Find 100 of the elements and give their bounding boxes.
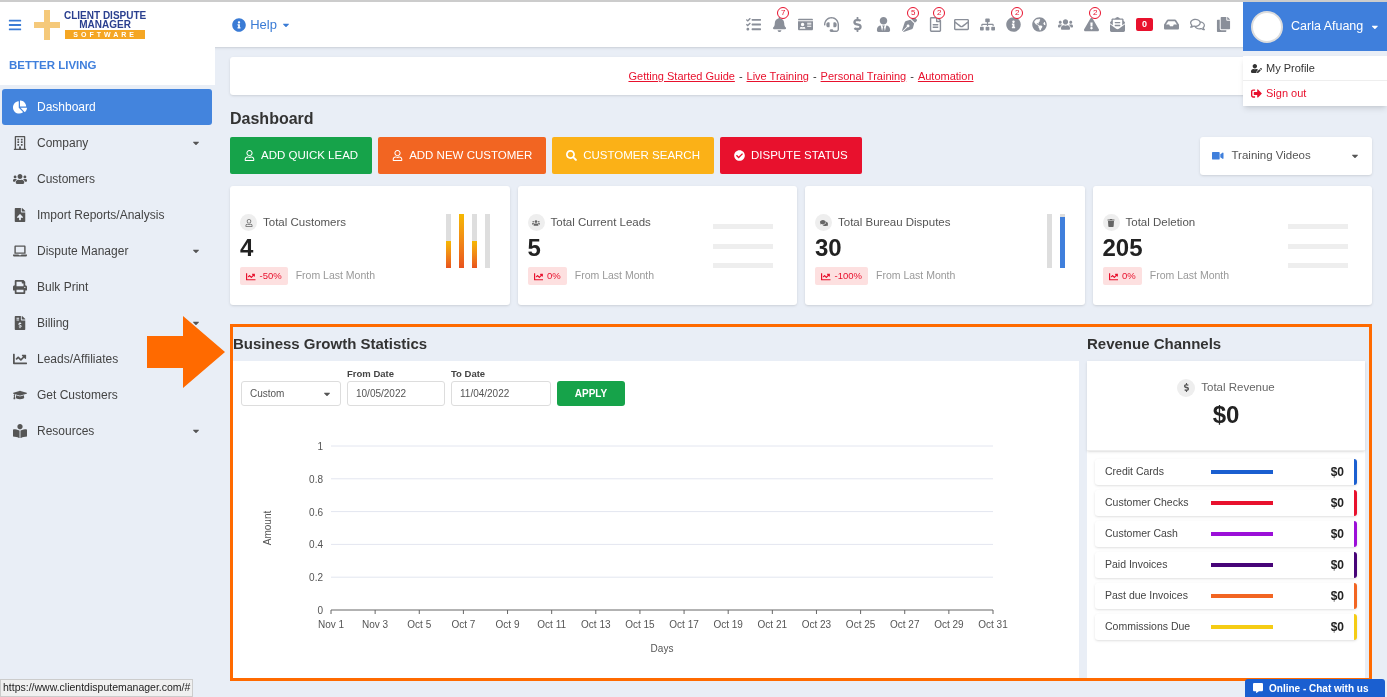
graduation-cap-icon — [13, 388, 27, 402]
date-field[interactable]: 11/04/2022 — [451, 381, 551, 407]
notification-badge: 7 — [777, 7, 790, 19]
help-menu[interactable]: Help — [232, 14, 291, 35]
search-icon — [566, 150, 578, 161]
x-tick-label: Oct 5 — [407, 619, 432, 631]
change-badge: -100% — [815, 267, 868, 286]
level-bar — [445, 214, 451, 268]
channel-amount: $0 — [1330, 526, 1344, 543]
video-camera-icon — [1212, 150, 1224, 162]
invoice-icon — [13, 316, 27, 330]
trash-icon — [1102, 214, 1120, 232]
x-tick-label: Oct 19 — [713, 619, 743, 631]
channel-name: Customer Cash — [1105, 526, 1179, 542]
printer-icon — [13, 280, 27, 294]
checklist-icon[interactable] — [746, 17, 761, 32]
apply-button[interactable]: APPLY — [557, 381, 625, 407]
x-tick-label: Nov 1 — [317, 619, 345, 631]
level-bar — [471, 214, 477, 268]
user-edit-icon — [1251, 62, 1262, 74]
change-note: From Last Month — [875, 268, 956, 284]
training-videos-dropdown[interactable]: Training Videos — [1200, 137, 1372, 175]
user-tie-icon[interactable] — [876, 17, 891, 32]
document-icon[interactable] — [928, 17, 943, 32]
x-tick-label: Oct 25 — [845, 619, 876, 631]
envelope-icon[interactable] — [954, 17, 969, 32]
stat-value: 5 — [527, 233, 542, 264]
x-tick-label: Oct 9 — [495, 619, 520, 631]
link-separator: - — [738, 68, 743, 84]
headset-user-icon[interactable] — [824, 17, 839, 32]
avatar — [1251, 10, 1283, 43]
chat-bubbles-icon[interactable] — [1190, 17, 1205, 32]
user-icon — [392, 150, 404, 161]
page-title: Dashboard — [230, 109, 315, 129]
channel-name: Paid Invoices — [1105, 557, 1169, 573]
sign-out-menu-item[interactable]: Sign out — [1243, 81, 1387, 106]
range-select[interactable]: Custom — [241, 381, 341, 407]
section-title: Business Growth Statistics — [233, 333, 429, 354]
change-note: From Last Month — [574, 268, 655, 284]
x-tick-label: Oct 13 — [581, 619, 611, 631]
notification-badge: 5 — [907, 7, 920, 19]
pen-icon[interactable] — [902, 17, 917, 32]
date-field[interactable]: 10/05/2022 — [347, 381, 445, 407]
x-tick-label: Oct 7 — [451, 619, 476, 631]
help-link[interactable]: Getting Started Guide — [628, 67, 735, 85]
link-separator: - — [812, 68, 817, 84]
dollar-icon — [1177, 378, 1196, 397]
channel-name: Past due Invoices — [1105, 588, 1189, 604]
total-value: $0 — [1212, 399, 1240, 430]
stat-title: Total Bureau Disputes — [838, 215, 951, 230]
level-bar — [1059, 214, 1065, 268]
file-upload-icon — [13, 208, 27, 222]
help-link[interactable]: Automation — [917, 67, 974, 85]
envelope-letter-icon[interactable] — [1110, 17, 1125, 32]
sidebar-item[interactable]: Customers — [2, 161, 106, 197]
sidebar-item[interactable]: Get Customers — [2, 377, 129, 413]
channel-amount: $0 — [1330, 495, 1344, 512]
x-tick-label: Oct 11 — [537, 619, 567, 631]
sidebar-item[interactable]: Billing — [2, 305, 212, 341]
sidebar-item[interactable]: Dashboard — [2, 89, 212, 125]
id-card-icon[interactable] — [798, 17, 813, 32]
user-icon — [240, 214, 257, 232]
copy-icon[interactable] — [1216, 17, 1231, 32]
sidebar-item[interactable]: Dispute Manager — [2, 233, 212, 269]
menu-icon[interactable] — [8, 17, 22, 32]
help-link[interactable]: Personal Training — [820, 67, 907, 85]
field-label: To Date — [451, 367, 487, 381]
help-link[interactable]: Live Training — [746, 67, 809, 85]
x-tick-label: Oct 15 — [625, 619, 655, 631]
sidebar-item[interactable]: Resources — [2, 413, 212, 449]
channel-amount: $0 — [1330, 557, 1344, 574]
x-tick-label: Oct 31 — [978, 619, 1008, 631]
channel-name: Commissions Due — [1105, 619, 1192, 635]
info-icon[interactable] — [1006, 17, 1021, 32]
sidebar-item[interactable]: Company — [2, 125, 212, 161]
y-tick-label: 0 — [317, 605, 323, 617]
x-tick-label: Oct 21 — [757, 619, 788, 631]
action-button[interactable]: DISPUTE STATUS — [719, 137, 862, 174]
company-name: BETTER LIVING — [0, 47, 215, 85]
sidebar-item[interactable]: Leads/Affiliates — [2, 341, 130, 377]
stat-value: 4 — [240, 233, 255, 264]
cash-counter[interactable]: 0 — [1136, 18, 1153, 31]
stat-title: Total Customers — [263, 215, 347, 230]
users-icon[interactable] — [1058, 17, 1073, 32]
sitemap-icon[interactable] — [980, 17, 995, 32]
stat-title: Total Current Leads — [550, 215, 651, 230]
action-button[interactable]: ADD QUICK LEAD — [230, 137, 373, 174]
bell-icon[interactable] — [772, 17, 787, 32]
warning-icon[interactable] — [1084, 17, 1099, 32]
inbox-icon[interactable] — [1164, 17, 1179, 32]
chat-icon — [1253, 683, 1263, 693]
chat-button[interactable]: Online - Chat with us — [1245, 679, 1385, 697]
x-tick-label: Oct 27 — [890, 619, 920, 631]
globe-icon[interactable] — [1032, 17, 1047, 32]
user-menu[interactable]: Carla Afuang — [1243, 2, 1387, 51]
action-button[interactable]: ADD NEW CUSTOMER — [378, 137, 547, 174]
users-icon — [527, 214, 545, 232]
sidebar-item[interactable]: Bulk Print — [2, 269, 100, 305]
sidebar-item[interactable]: Import Reports/Analysis — [2, 197, 176, 233]
info-icon — [232, 17, 247, 32]
